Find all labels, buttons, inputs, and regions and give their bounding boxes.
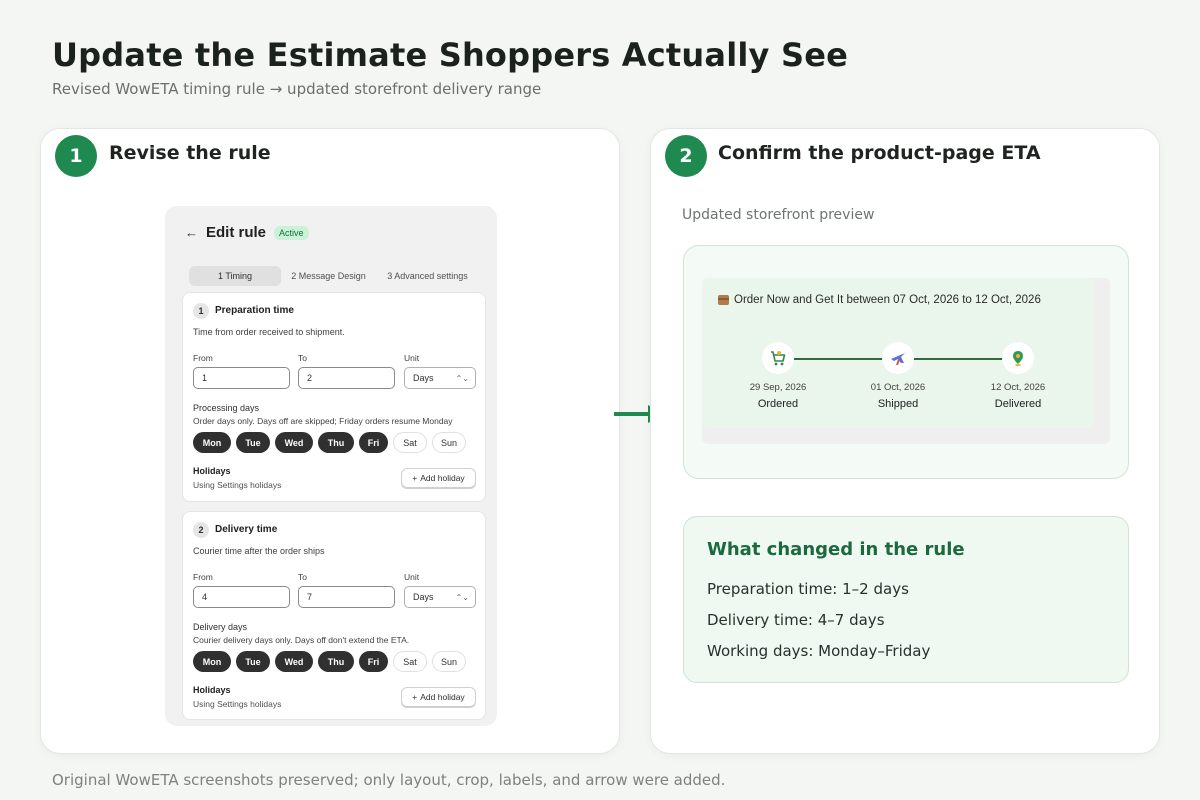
changes-title: What changed in the rule xyxy=(707,539,965,560)
card-title: Delivery time xyxy=(215,524,278,535)
timeline-label-delivered: Delivered xyxy=(994,398,1042,410)
changes-summary: What changed in the rule Preparation tim… xyxy=(683,516,1129,683)
add-holiday-button[interactable]: + Add holiday xyxy=(401,687,476,707)
plane-icon xyxy=(882,342,914,374)
edit-rule-header: ← Edit rule Active xyxy=(185,224,309,241)
back-arrow-icon[interactable]: ← xyxy=(185,225,198,240)
edit-rule-screenshot: ← Edit rule Active 1 Timing 2 Message De… xyxy=(165,206,497,726)
step2-title: Confirm the product-page ETA xyxy=(718,142,1041,164)
package-icon xyxy=(718,295,729,305)
add-holiday-label: Add holiday xyxy=(420,473,465,483)
card-number: 1 xyxy=(193,303,209,319)
card-number: 2 xyxy=(193,522,209,538)
day-chip-wed[interactable]: Wed xyxy=(275,432,313,453)
day-chip-sun[interactable]: Sun xyxy=(432,432,466,453)
card-description: Time from order received to shipment. xyxy=(193,327,345,337)
processing-days-label: Processing days xyxy=(193,403,260,413)
eta-message: Order Now and Get It between 07 Oct, 202… xyxy=(718,294,1041,306)
edit-rule-title: Edit rule xyxy=(206,224,267,241)
holidays-help: Using Settings holidays xyxy=(193,480,282,490)
delivery-from-input[interactable]: 4 xyxy=(193,586,290,608)
eta-widget: Order Now and Get It between 07 Oct, 202… xyxy=(702,278,1094,428)
holidays-label: Holidays xyxy=(193,466,231,476)
day-chip-mon[interactable]: Mon xyxy=(193,432,231,453)
prep-unit-value: Days xyxy=(413,373,434,383)
processing-days-help: Order days only. Days off are skipped; F… xyxy=(193,416,453,426)
day-chip-sat[interactable]: Sat xyxy=(393,651,427,672)
prep-unit-select[interactable]: Days ⌃⌄ xyxy=(404,367,476,389)
plus-icon: + xyxy=(412,473,418,483)
timeline-date-shipped: 01 Oct, 2026 xyxy=(870,382,926,393)
day-chip-mon[interactable]: Mon xyxy=(193,651,231,672)
to-label: To xyxy=(298,353,307,363)
step2-panel: 2 Confirm the product-page ETA Updated s… xyxy=(650,128,1160,754)
day-chip-tue[interactable]: Tue xyxy=(236,432,270,453)
page-subtitle: Revised WowETA timing rule → updated sto… xyxy=(52,80,542,98)
rule-tabs: 1 Timing 2 Message Design 3 Advanced set… xyxy=(189,266,479,286)
timeline-date-ordered: 29 Sep, 2026 xyxy=(749,382,807,393)
delivery-days-label: Delivery days xyxy=(193,622,248,632)
timeline-label-shipped: Shipped xyxy=(877,398,919,410)
add-holiday-label: Add holiday xyxy=(420,692,465,702)
prep-to-input[interactable]: 2 xyxy=(298,367,395,389)
from-label: From xyxy=(193,353,213,363)
footer-note: Original WowETA screenshots preserved; o… xyxy=(52,771,726,789)
location-pin-icon xyxy=(1002,342,1034,374)
card-title: Preparation time xyxy=(215,305,294,316)
page-title: Update the Estimate Shoppers Actually Se… xyxy=(52,36,848,74)
cart-icon xyxy=(762,342,794,374)
eta-message-text: Order Now and Get It between 07 Oct, 202… xyxy=(734,294,1041,306)
plus-icon: + xyxy=(412,692,418,702)
change-item-preparation: Preparation time: 1–2 days xyxy=(707,580,909,598)
storefront-preview: Order Now and Get It between 07 Oct, 202… xyxy=(683,245,1129,479)
delivery-to-input[interactable]: 7 xyxy=(298,586,395,608)
unit-label: Unit xyxy=(404,353,420,363)
holidays-label: Holidays xyxy=(193,685,231,695)
day-chip-fri[interactable]: Fri xyxy=(359,651,388,672)
preview-inner: Order Now and Get It between 07 Oct, 202… xyxy=(702,278,1110,444)
to-label: To xyxy=(298,572,307,582)
add-holiday-button[interactable]: + Add holiday xyxy=(401,468,476,488)
holidays-help: Using Settings holidays xyxy=(193,699,282,709)
day-chip-thu[interactable]: Thu xyxy=(318,651,354,672)
timeline-date-delivered: 12 Oct, 2026 xyxy=(990,382,1046,393)
unit-label: Unit xyxy=(404,572,420,582)
preview-caption: Updated storefront preview xyxy=(682,207,875,223)
change-item-working-days: Working days: Monday–Friday xyxy=(707,642,931,660)
tab-advanced-settings[interactable]: 3 Advanced settings xyxy=(376,266,479,286)
from-label: From xyxy=(193,572,213,582)
select-arrows-icon: ⌃⌄ xyxy=(455,592,469,602)
delivery-time-card: 2 Delivery time Courier time after the o… xyxy=(182,511,486,720)
change-item-delivery: Delivery time: 4–7 days xyxy=(707,611,885,629)
day-chip-wed[interactable]: Wed xyxy=(275,651,313,672)
step1-title: Revise the rule xyxy=(109,142,271,164)
day-chip-fri[interactable]: Fri xyxy=(359,432,388,453)
status-badge: Active xyxy=(274,225,309,240)
day-chip-tue[interactable]: Tue xyxy=(236,651,270,672)
delivery-days-help: Courier delivery days only. Days off don… xyxy=(193,635,410,645)
card-description: Courier time after the order ships xyxy=(193,546,325,556)
delivery-unit-value: Days xyxy=(413,592,434,602)
step1-badge: 1 xyxy=(55,135,97,177)
delivery-days-chips: Mon Tue Wed Thu Fri Sat Sun xyxy=(193,651,466,672)
day-chip-sun[interactable]: Sun xyxy=(432,651,466,672)
select-arrows-icon: ⌃⌄ xyxy=(455,373,469,383)
day-chip-sat[interactable]: Sat xyxy=(393,432,427,453)
processing-days-chips: Mon Tue Wed Thu Fri Sat Sun xyxy=(193,432,466,453)
preparation-time-card: 1 Preparation time Time from order recei… xyxy=(182,292,486,502)
step2-badge: 2 xyxy=(665,135,707,177)
prep-from-input[interactable]: 1 xyxy=(193,367,290,389)
tab-timing[interactable]: 1 Timing xyxy=(189,266,281,286)
day-chip-thu[interactable]: Thu xyxy=(318,432,354,453)
step1-panel: 1 Revise the rule ← Edit rule Active 1 T… xyxy=(40,128,620,754)
delivery-unit-select[interactable]: Days ⌃⌄ xyxy=(404,586,476,608)
tab-message-design[interactable]: 2 Message Design xyxy=(281,266,376,286)
timeline-label-ordered: Ordered xyxy=(757,398,799,410)
